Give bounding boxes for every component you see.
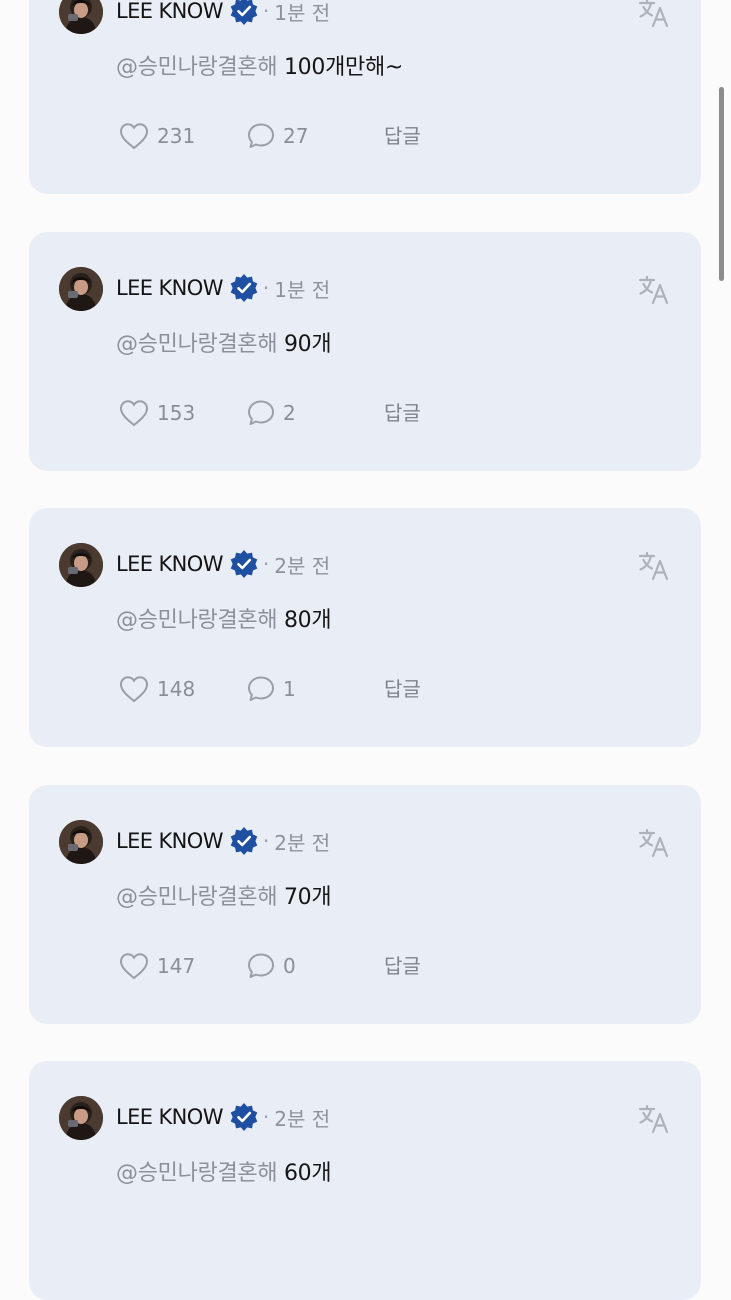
heart-outline-icon — [118, 674, 150, 704]
author-name[interactable]: LEE KNOW — [116, 1105, 223, 1129]
comment-body: 80개 — [283, 608, 332, 633]
mention-link[interactable]: @승민나랑결혼해 — [116, 332, 278, 357]
like-count: 231 — [157, 124, 196, 148]
timestamp: 1분 전 — [274, 0, 331, 25]
like-count: 153 — [157, 401, 196, 425]
reply-button[interactable]: 답글 — [384, 396, 421, 430]
heart-outline-icon — [118, 121, 150, 151]
verified-badge-icon — [229, 826, 259, 856]
comment-card[interactable]: LEE KNOW · 1분 전 @승민나랑결혼해 90개 153 2 답글 — [29, 232, 701, 471]
reply-count-button[interactable]: 1 — [246, 672, 296, 706]
verified-badge-icon — [229, 273, 259, 303]
comment-card[interactable]: LEE KNOW · 2분 전 @승민나랑결혼해 70개 147 0 답글 — [29, 785, 701, 1024]
mention-link[interactable]: @승민나랑결혼해 — [116, 608, 278, 633]
author-name[interactable]: LEE KNOW — [116, 829, 223, 853]
reply-count-button[interactable]: 2 — [246, 396, 296, 430]
verified-badge-icon — [229, 1102, 259, 1132]
comment-body: 60개 — [283, 1161, 332, 1186]
avatar[interactable] — [59, 1096, 103, 1140]
comment-header: LEE KNOW · 1분 전 — [116, 0, 330, 26]
speech-bubble-icon — [246, 674, 276, 704]
comment-body: 90개 — [283, 332, 332, 357]
verified-badge-icon — [229, 0, 259, 26]
speech-bubble-icon — [246, 121, 276, 151]
mention-link[interactable]: @승민나랑결혼해 — [116, 1161, 278, 1186]
heart-outline-icon — [118, 951, 150, 981]
reply-count-button[interactable]: 27 — [246, 119, 308, 153]
like-button[interactable]: 147 — [118, 949, 195, 983]
reply-count: 2 — [283, 401, 296, 425]
comment-text: @승민나랑결혼해 70개 — [116, 879, 332, 911]
comment-header: LEE KNOW · 1분 전 — [116, 273, 330, 303]
timestamp: 2분 전 — [274, 830, 331, 855]
comment-text: @승민나랑결혼해 100개만해~ — [116, 49, 403, 81]
like-count: 147 — [157, 954, 196, 978]
separator-dot: · — [262, 1105, 270, 1129]
reply-count: 1 — [283, 677, 296, 701]
like-count: 148 — [157, 677, 196, 701]
comment-body: 100개만해~ — [283, 55, 404, 80]
avatar[interactable] — [59, 267, 103, 311]
comment-text: @승민나랑결혼해 80개 — [116, 602, 332, 634]
comment-card[interactable]: LEE KNOW · 2분 전 @승민나랑결혼해 60개 — [29, 1061, 701, 1300]
translate-icon[interactable] — [637, 0, 671, 29]
translate-icon[interactable] — [637, 550, 671, 582]
timestamp: 2분 전 — [274, 1106, 331, 1131]
comment-body: 70개 — [283, 885, 332, 910]
speech-bubble-icon — [246, 951, 276, 981]
reply-count: 0 — [283, 954, 296, 978]
separator-dot: · — [262, 0, 270, 23]
avatar[interactable] — [59, 543, 103, 587]
comment-feed[interactable]: LEE KNOW · 1분 전 @승민나랑결혼해 100개만해~ 231 27 답글 LEE … — [0, 0, 731, 1300]
comment-actions: 231 27 답글 — [118, 119, 578, 153]
translate-icon[interactable] — [637, 827, 671, 859]
comment-header: LEE KNOW · 2분 전 — [116, 549, 330, 579]
reply-count: 27 — [283, 124, 309, 148]
translate-icon[interactable] — [637, 1103, 671, 1135]
scrollbar[interactable] — [719, 87, 724, 281]
reply-button[interactable]: 답글 — [384, 672, 421, 706]
comment-text: @승민나랑결혼해 60개 — [116, 1155, 332, 1187]
speech-bubble-icon — [246, 398, 276, 428]
reply-button[interactable]: 답글 — [384, 119, 421, 153]
reply-button[interactable]: 답글 — [384, 949, 421, 983]
separator-dot: · — [262, 552, 270, 576]
heart-outline-icon — [118, 398, 150, 428]
like-button[interactable]: 231 — [118, 119, 195, 153]
author-name[interactable]: LEE KNOW — [116, 276, 223, 300]
comment-actions: 153 2 답글 — [118, 396, 578, 430]
comment-actions: 148 1 답글 — [118, 672, 578, 706]
like-button[interactable]: 148 — [118, 672, 195, 706]
mention-link[interactable]: @승민나랑결혼해 — [116, 885, 278, 910]
translate-icon[interactable] — [637, 274, 671, 306]
author-name[interactable]: LEE KNOW — [116, 552, 223, 576]
avatar[interactable] — [59, 820, 103, 864]
comment-card[interactable]: LEE KNOW · 2분 전 @승민나랑결혼해 80개 148 1 답글 — [29, 508, 701, 747]
mention-link[interactable]: @승민나랑결혼해 — [116, 55, 278, 80]
like-button[interactable]: 153 — [118, 396, 195, 430]
avatar[interactable] — [59, 0, 103, 34]
author-name[interactable]: LEE KNOW — [116, 0, 223, 23]
timestamp: 2분 전 — [274, 553, 331, 578]
separator-dot: · — [262, 276, 270, 300]
comment-header: LEE KNOW · 2분 전 — [116, 826, 330, 856]
timestamp: 1분 전 — [274, 277, 331, 302]
verified-badge-icon — [229, 549, 259, 579]
comment-header: LEE KNOW · 2분 전 — [116, 1102, 330, 1132]
reply-count-button[interactable]: 0 — [246, 949, 296, 983]
comment-actions: 147 0 답글 — [118, 949, 578, 983]
comment-text: @승민나랑결혼해 90개 — [116, 326, 332, 358]
comment-card[interactable]: LEE KNOW · 1분 전 @승민나랑결혼해 100개만해~ 231 27 답글 — [29, 0, 701, 194]
separator-dot: · — [262, 829, 270, 853]
